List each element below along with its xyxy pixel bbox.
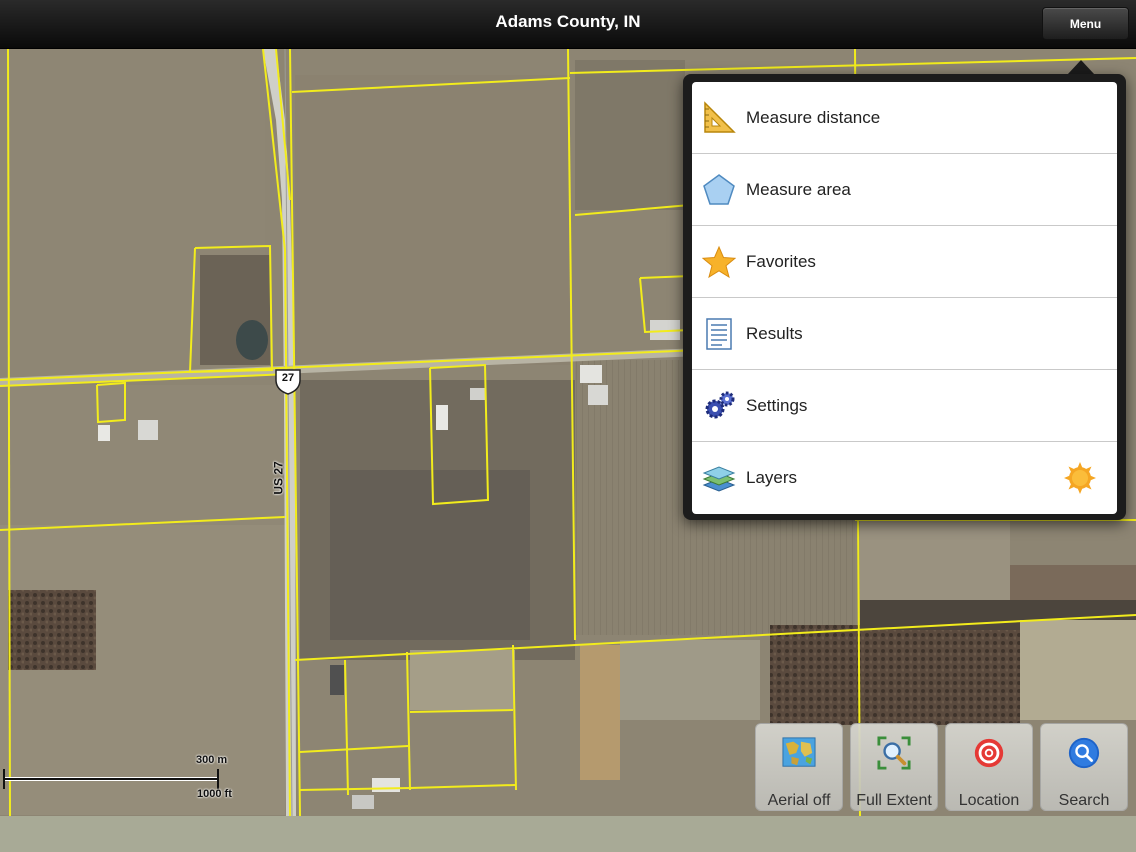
full-extent-label: Full Extent (856, 792, 932, 809)
popover-arrow (1067, 60, 1095, 75)
zoom-extent-icon (877, 736, 911, 770)
document-list-icon (702, 317, 736, 351)
highway-shield-label: 27 (281, 372, 295, 384)
star-icon (702, 245, 736, 279)
menu-item-label: Measure distance (746, 107, 881, 127)
menu-button[interactable]: Menu (1042, 7, 1129, 40)
menu-item-measure-distance[interactable]: Measure distance (692, 82, 1117, 154)
pentagon-icon (702, 173, 736, 207)
menu-item-layers[interactable]: Layers (692, 442, 1117, 514)
ruler-triangle-icon (702, 100, 736, 135)
sun-icon[interactable] (1063, 461, 1097, 495)
location-label: Location (958, 792, 1020, 809)
menu-item-settings[interactable]: Settings (692, 370, 1117, 442)
menu-item-label: Layers (746, 468, 798, 487)
menu-item-label: Measure area (746, 179, 851, 199)
aerial-toggle-label: Aerial off (767, 792, 831, 809)
menu-item-favorites[interactable]: Favorites (692, 226, 1117, 298)
search-icon (1068, 737, 1100, 769)
menu-item-label: Settings (746, 395, 808, 415)
page-title: Adams County, IN (495, 12, 641, 31)
target-icon (974, 738, 1004, 768)
layers-icon (702, 461, 736, 495)
menu-item-label: Results (746, 323, 803, 343)
aerial-toggle-button[interactable]: Aerial off (755, 723, 843, 811)
search-button[interactable]: Search (1040, 723, 1128, 811)
road-label: US 27 (271, 461, 286, 495)
top-bar: Adams County, IN Menu (0, 0, 1136, 49)
bottom-strip (0, 816, 1136, 852)
scale-imperial: 1000 ft (197, 788, 232, 800)
scale-bar: 300 m 1000 ft (0, 752, 240, 802)
world-map-icon (782, 737, 816, 767)
location-button[interactable]: Location (945, 723, 1033, 811)
full-extent-button[interactable]: Full Extent (850, 723, 938, 811)
menu-popover: Measure distance Measure area Favorites (683, 74, 1126, 520)
menu-item-label: Favorites (746, 251, 816, 271)
menu-item-results[interactable]: Results (692, 298, 1117, 370)
menu-item-measure-area[interactable]: Measure area (692, 154, 1117, 226)
gears-icon (702, 389, 736, 423)
menu-list: Measure distance Measure area Favorites (692, 82, 1117, 514)
search-label: Search (1058, 792, 1110, 809)
